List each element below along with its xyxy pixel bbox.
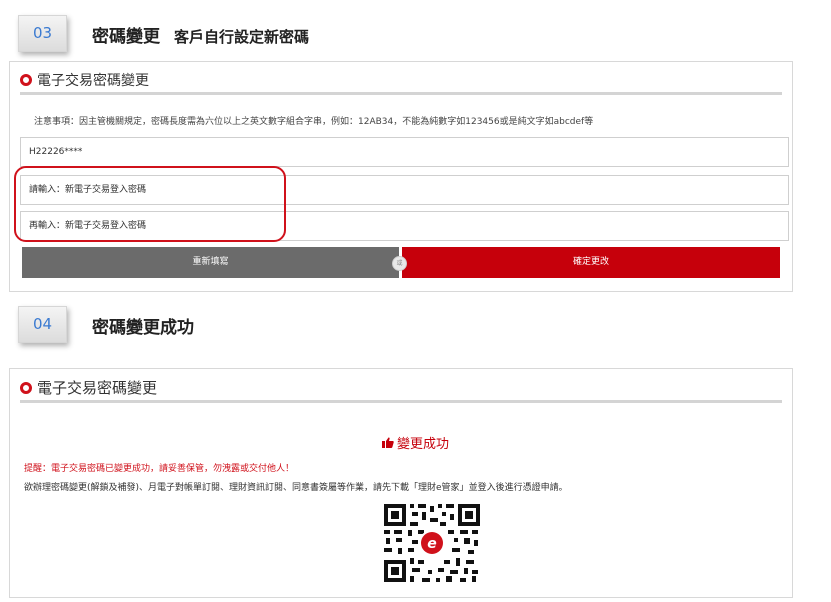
step-title-text: 密碼變更: [92, 27, 160, 47]
ring-icon: [20, 74, 32, 86]
thumbs-up-icon: [381, 437, 394, 452]
step-badge-04: 04: [18, 306, 67, 343]
account-id-value: H22226****: [29, 147, 83, 157]
heading-divider: [20, 92, 782, 95]
success-text: 變更成功: [396, 437, 449, 452]
heading-divider: [20, 400, 782, 403]
step-subtitle: 客戶自行設定新密碼: [174, 28, 310, 46]
step-title-03: 密碼變更 客戶自行設定新密碼: [92, 22, 309, 47]
reset-button-label: 重新填寫: [192, 257, 229, 267]
panel-heading: 電子交易密碼變更: [20, 70, 149, 90]
app-download-info: 欲辦理密碼變更(解鎖及補發)、月電子對帳單訂閱、理財資訊訂閱、同意書簽屬等作業，…: [24, 483, 568, 493]
step-title-04: 密碼變更成功: [92, 313, 194, 338]
security-reminder: 提醒：電子交易密碼已變更成功，請妥善保管，勿洩露或交付他人！: [24, 464, 295, 474]
step-number: 03: [32, 24, 53, 42]
qr-code-icon: e: [382, 502, 482, 588]
panel-heading: 電子交易密碼變更: [20, 377, 157, 398]
reset-button[interactable]: 重新填寫: [22, 247, 399, 278]
password-fields-highlight: [14, 166, 286, 242]
success-message: 變更成功: [0, 433, 831, 452]
ring-icon: [20, 381, 32, 394]
or-separator: 或: [392, 256, 407, 271]
panel-heading-text: 電子交易密碼變更: [37, 73, 149, 89]
confirm-change-button[interactable]: 確定更改: [402, 247, 780, 278]
password-rule-notice: 注意事項：因主管機關規定，密碼長度需為六位以上之英文數字組合字串，例如：12AB…: [34, 117, 594, 127]
account-id-field[interactable]: H22226****: [20, 137, 789, 167]
confirm-button-label: 確定更改: [572, 257, 609, 267]
step-badge-03: 03: [18, 15, 67, 52]
panel-heading-text: 電子交易密碼變更: [37, 379, 158, 397]
svg-text:e: e: [427, 536, 437, 552]
step-title-text: 密碼變更成功: [92, 318, 194, 338]
step-number: 04: [32, 315, 53, 333]
